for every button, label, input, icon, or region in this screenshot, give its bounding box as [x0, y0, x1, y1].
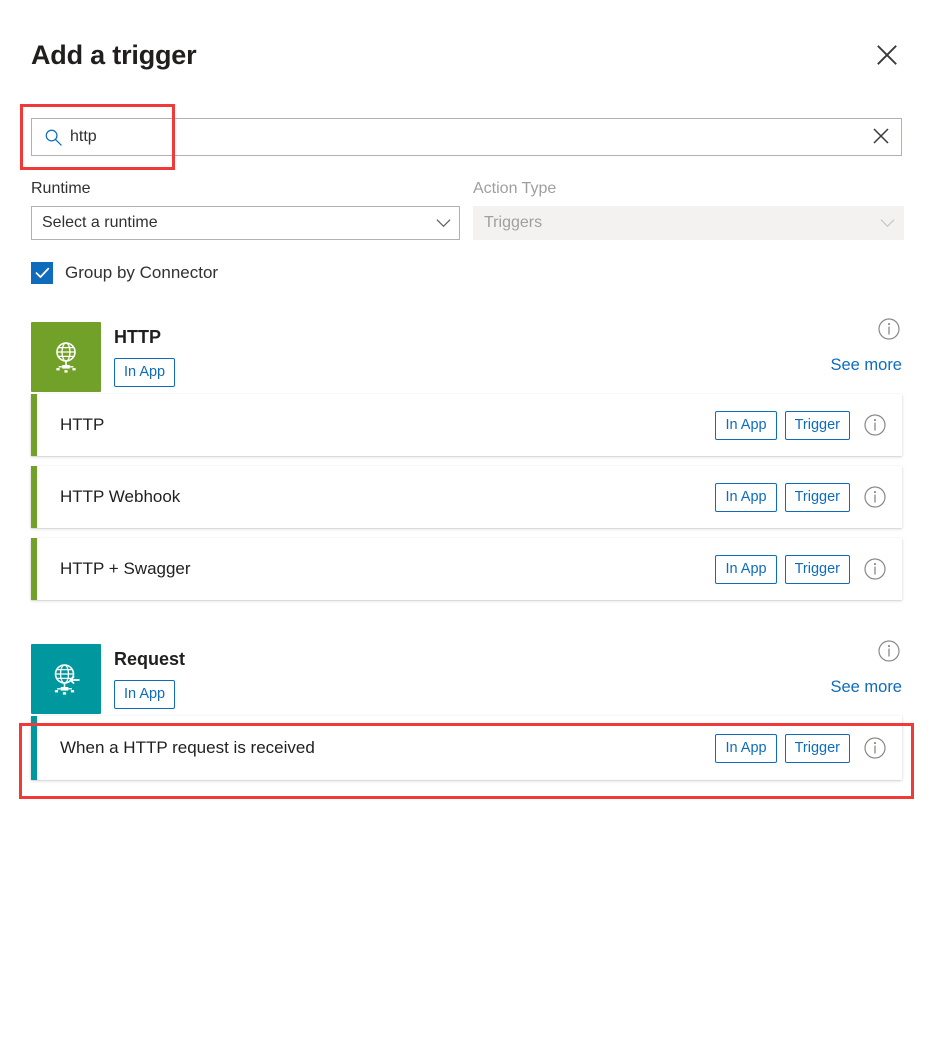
- globe-incoming-arrow-icon: [31, 644, 101, 714]
- page-title: Add a trigger: [31, 40, 197, 70]
- operation-name: HTTP Webhook: [60, 487, 181, 506]
- connector-header: HTTP In App See more: [0, 316, 933, 394]
- action-type-label: Action Type: [473, 180, 557, 197]
- connector-group-request: Request In App See more When a HTTP requ…: [0, 638, 933, 780]
- operation-name: HTTP: [60, 415, 105, 434]
- action-type-selected-value: Triggers: [484, 214, 543, 231]
- connector-name: HTTP: [114, 327, 161, 347]
- badge-in-app[interactable]: In App: [715, 410, 777, 440]
- badge-trigger[interactable]: Trigger: [784, 554, 850, 584]
- operation-stripe: [31, 466, 37, 528]
- operation-row[interactable]: When a HTTP request is received In App T…: [31, 716, 902, 780]
- see-more-link[interactable]: See more: [782, 676, 902, 698]
- badge-trigger[interactable]: Trigger: [784, 410, 850, 440]
- filter-row: Runtime Select a runtime Action Type Tri…: [31, 178, 904, 248]
- operation-stripe: [31, 394, 37, 456]
- search-box[interactable]: [31, 118, 902, 156]
- close-icon: [874, 42, 900, 68]
- info-icon[interactable]: [876, 316, 902, 342]
- search-input[interactable]: [70, 120, 861, 154]
- badge-trigger[interactable]: Trigger: [784, 733, 850, 763]
- info-icon[interactable]: [876, 638, 902, 664]
- see-more-link[interactable]: See more: [782, 354, 902, 376]
- chevron-down-icon: [871, 218, 903, 228]
- operation-row[interactable]: HTTP + Swagger In App Trigger: [31, 538, 902, 600]
- connector-group-http: HTTP In App See more HTTP In App Trigger…: [0, 316, 933, 600]
- operation-badges: In App Trigger: [715, 554, 888, 584]
- clear-icon: [871, 126, 891, 149]
- operation-name: HTTP + Swagger: [60, 559, 191, 578]
- checkbox-indicator: [31, 262, 53, 284]
- connector-name: Request: [114, 649, 186, 669]
- clear-search-button[interactable]: [861, 119, 901, 155]
- connector-badge-in-app[interactable]: In App: [114, 680, 176, 709]
- badge-trigger[interactable]: Trigger: [784, 482, 850, 512]
- runtime-label: Runtime: [31, 180, 91, 197]
- panel-header: Add a trigger: [0, 0, 933, 100]
- operation-row[interactable]: HTTP Webhook In App Trigger: [31, 466, 902, 528]
- close-button[interactable]: [865, 33, 909, 77]
- badge-in-app[interactable]: In App: [715, 482, 777, 512]
- operation-stripe: [31, 538, 37, 600]
- connector-actions: See more: [782, 638, 902, 698]
- runtime-dropdown[interactable]: Select a runtime: [31, 206, 460, 240]
- connector-meta: HTTP In App: [114, 324, 176, 387]
- checkmark-icon: [35, 267, 49, 278]
- chevron-down-icon: [427, 218, 459, 228]
- operation-name: When a HTTP request is received: [60, 738, 315, 757]
- info-icon[interactable]: [862, 556, 888, 582]
- runtime-selected-value: Select a runtime: [42, 214, 158, 231]
- badge-in-app[interactable]: In App: [715, 733, 777, 763]
- connector-meta: Request In App: [114, 646, 185, 709]
- checkbox-label: Group by Connector: [65, 263, 219, 282]
- connector-badge-in-app[interactable]: In App: [114, 358, 176, 387]
- action-type-filter: Action Type Triggers: [473, 178, 904, 240]
- info-icon[interactable]: [862, 484, 888, 510]
- results-list: HTTP In App See more HTTP In App Trigger…: [0, 316, 933, 790]
- runtime-filter: Runtime Select a runtime: [31, 178, 460, 240]
- connector-header: Request In App See more: [0, 638, 933, 716]
- action-type-dropdown: Triggers: [473, 206, 904, 240]
- search-icon: [32, 128, 70, 147]
- operation-row[interactable]: HTTP In App Trigger: [31, 394, 902, 456]
- group-by-connector-checkbox[interactable]: Group by Connector: [31, 262, 218, 284]
- globe-network-icon: [31, 322, 101, 392]
- operation-badges: In App Trigger: [715, 733, 888, 763]
- operation-stripe: [31, 716, 37, 780]
- operation-badges: In App Trigger: [715, 410, 888, 440]
- info-icon[interactable]: [862, 412, 888, 438]
- operation-badges: In App Trigger: [715, 482, 888, 512]
- connector-actions: See more: [782, 316, 902, 376]
- info-icon[interactable]: [862, 735, 888, 761]
- badge-in-app[interactable]: In App: [715, 554, 777, 584]
- group-separator: [0, 610, 933, 638]
